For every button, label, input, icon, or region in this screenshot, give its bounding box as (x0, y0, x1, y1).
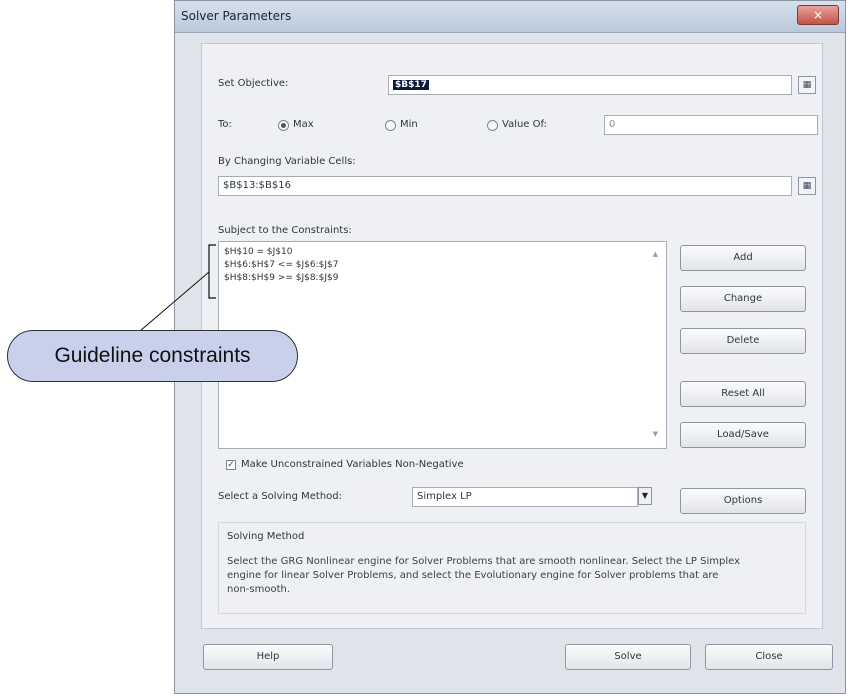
guideline-constraints-callout: Guideline constraints (7, 330, 298, 382)
